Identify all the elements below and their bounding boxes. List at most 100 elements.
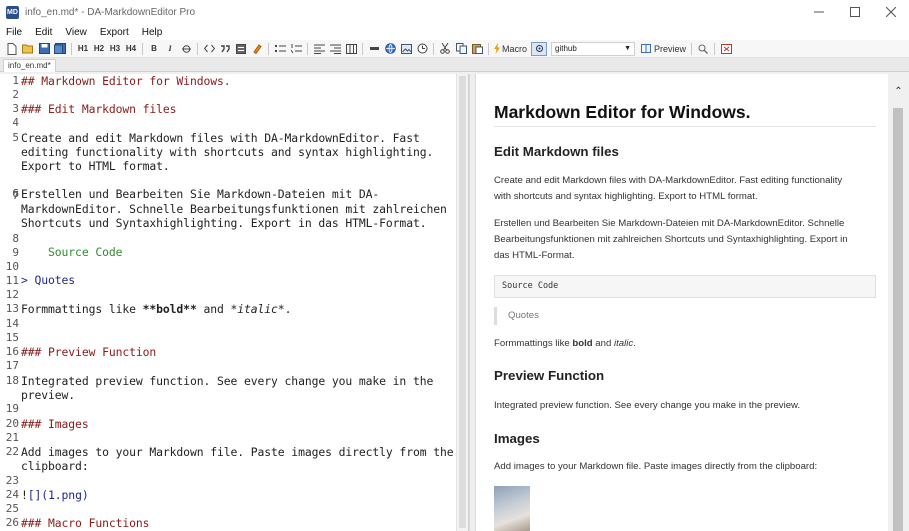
toolbar-separator bbox=[714, 42, 716, 55]
menu-view[interactable]: View bbox=[65, 27, 87, 38]
paste-button[interactable] bbox=[471, 42, 483, 56]
stylesheet-select[interactable]: github ▼ bbox=[551, 41, 636, 56]
code-bold: **bold** bbox=[142, 302, 197, 316]
editor-scroll-thumb[interactable] bbox=[459, 76, 466, 528]
open-file-button[interactable] bbox=[22, 42, 34, 56]
line-number: 9 bbox=[12, 246, 19, 259]
preview-heading-1: Markdown Editor for Windows. bbox=[494, 102, 751, 122]
close-button[interactable] bbox=[873, 0, 909, 24]
cut-button[interactable] bbox=[439, 42, 451, 56]
line-number: 15 bbox=[5, 331, 19, 344]
insert-link-button[interactable] bbox=[384, 42, 396, 56]
code-line: Shortcuts und Syntaxhighlighting. Export… bbox=[21, 216, 427, 230]
highlight-button[interactable] bbox=[251, 42, 263, 56]
minimize-button[interactable] bbox=[801, 0, 837, 24]
code-button[interactable] bbox=[203, 42, 215, 56]
line-number: 22 bbox=[5, 445, 19, 458]
line-number: 16 bbox=[5, 345, 19, 358]
line-number: 17 bbox=[5, 359, 19, 372]
exit-icon bbox=[720, 43, 732, 54]
menu-file[interactable]: File bbox=[6, 27, 22, 38]
toolbar-separator bbox=[433, 42, 434, 55]
heading2-button[interactable]: H2 bbox=[93, 42, 105, 56]
stylesheet-icon bbox=[535, 45, 543, 52]
save-button[interactable] bbox=[38, 42, 50, 56]
preview-scroll-thumb[interactable] bbox=[893, 108, 903, 531]
heading-divider bbox=[494, 126, 876, 127]
markdown-editor[interactable]: 1 2 3 4 5 6 6 7 8 9 10 11 12 13 14 15 16… bbox=[0, 74, 469, 531]
line-number: 23 bbox=[5, 474, 19, 487]
style-settings-button[interactable] bbox=[531, 41, 548, 56]
title-bar: MD info_en.md* - DA-MarkdownEditor Pro bbox=[0, 0, 909, 24]
line-number: 19 bbox=[5, 402, 19, 415]
code-line: Erstellen und Bearbeiten Sie Markdown-Da… bbox=[21, 187, 380, 201]
code-line-heading: ### Images bbox=[21, 417, 89, 431]
preview-paragraph: Add images to your Markdown file. Paste … bbox=[494, 461, 818, 472]
code-line-image: ![](1.png) bbox=[21, 488, 89, 502]
preview-text-line: Create and edit Markdown files with DA-M… bbox=[494, 175, 843, 186]
heading1-button[interactable]: H1 bbox=[77, 42, 89, 56]
code-block-button[interactable] bbox=[235, 42, 247, 56]
line-number: 2 bbox=[12, 88, 19, 101]
preview-paragraph: Erstellen und Bearbeiten Sie Markdown-Da… bbox=[494, 216, 880, 264]
pane-splitter[interactable] bbox=[469, 74, 476, 531]
toolbar-separator bbox=[691, 42, 693, 55]
search-button[interactable] bbox=[697, 42, 709, 56]
preview-paragraph: Integrated preview function. See every c… bbox=[494, 400, 801, 411]
editor-scrollbar[interactable] bbox=[456, 74, 468, 531]
quote-icon bbox=[221, 44, 230, 52]
line-number: 8 bbox=[12, 232, 19, 245]
preview-bold-text: bold bbox=[572, 338, 593, 349]
scissors-icon bbox=[440, 43, 450, 54]
toolbar-separator bbox=[71, 42, 72, 55]
scroll-up-icon[interactable]: ⌃ bbox=[893, 86, 904, 97]
menu-help[interactable]: Help bbox=[142, 27, 163, 38]
preview-text: . bbox=[633, 338, 636, 349]
macro-button[interactable]: Macro bbox=[494, 42, 527, 56]
line-number: 4 bbox=[12, 116, 19, 129]
code-line-formatting: Formmattings like **bold** and *italic*. bbox=[21, 302, 291, 316]
tab-info-en[interactable]: info_en.md* bbox=[3, 59, 56, 72]
highlighter-icon bbox=[252, 44, 262, 54]
line-number: 1 bbox=[12, 74, 19, 87]
save-all-button[interactable] bbox=[54, 42, 66, 56]
preview-paragraph: Create and edit Markdown files with DA-M… bbox=[494, 173, 880, 205]
line-number: 14 bbox=[5, 317, 19, 330]
menu-edit[interactable]: Edit bbox=[35, 27, 52, 38]
exit-button[interactable] bbox=[720, 42, 732, 56]
line-number: 18 bbox=[5, 374, 19, 387]
table-button[interactable] bbox=[345, 42, 357, 56]
preview-toggle-button[interactable]: Preview bbox=[641, 42, 686, 56]
quote-button[interactable] bbox=[219, 42, 231, 56]
preview-italic-text: italic bbox=[613, 338, 634, 349]
code-italic: *italic* bbox=[230, 302, 285, 316]
code-line-heading: ### Edit Markdown files bbox=[21, 102, 177, 116]
code-line: MarkdownEditor. Schnelle Bearbeitungsfun… bbox=[21, 202, 447, 216]
ordered-list-button[interactable] bbox=[290, 42, 302, 56]
code-text: . bbox=[284, 302, 292, 316]
italic-button[interactable]: I bbox=[164, 42, 176, 56]
strikethrough-button[interactable] bbox=[180, 42, 192, 56]
code-line: editing functionality with shortcuts and… bbox=[21, 145, 434, 159]
insert-image-button[interactable] bbox=[400, 42, 412, 56]
new-file-button[interactable] bbox=[6, 42, 18, 56]
insert-time-button[interactable] bbox=[416, 42, 428, 56]
heading4-button[interactable]: H4 bbox=[125, 42, 137, 56]
align-right-button[interactable] bbox=[329, 42, 341, 56]
window-title: info_en.md* - DA-MarkdownEditor Pro bbox=[25, 6, 196, 18]
maximize-button[interactable] bbox=[837, 0, 873, 24]
new-file-icon bbox=[7, 42, 17, 55]
preview-blockquote: Quotes bbox=[494, 307, 539, 325]
line-number: 3 bbox=[12, 102, 19, 115]
bold-button[interactable]: B bbox=[148, 42, 160, 56]
horizontal-rule-button[interactable] bbox=[368, 42, 380, 56]
copy-button[interactable] bbox=[455, 42, 467, 56]
app-icon: MD bbox=[6, 5, 19, 19]
align-left-button[interactable] bbox=[313, 42, 325, 56]
menu-export[interactable]: Export bbox=[100, 27, 129, 38]
heading3-button[interactable]: H3 bbox=[109, 42, 121, 56]
preview-scrollbar[interactable]: ⌃ bbox=[888, 74, 909, 531]
line-number: 24 bbox=[5, 488, 19, 501]
globe-link-icon bbox=[384, 43, 396, 54]
unordered-list-button[interactable] bbox=[274, 42, 286, 56]
